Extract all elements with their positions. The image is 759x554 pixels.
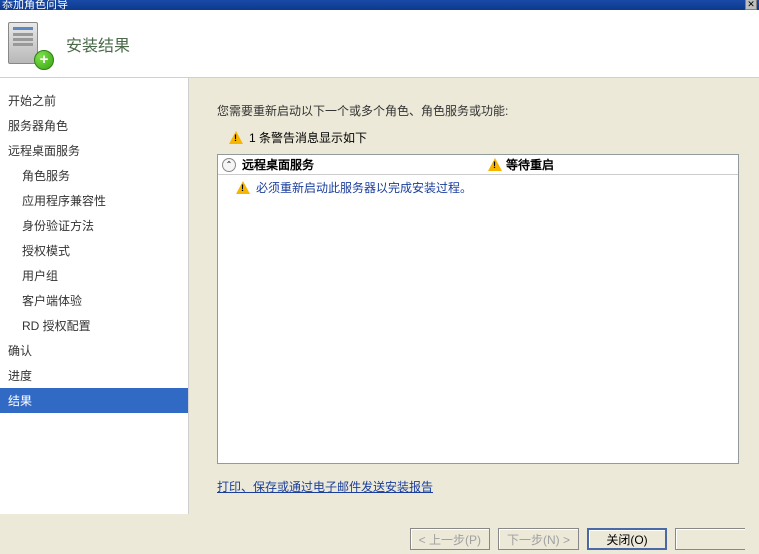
warning-icon [488,158,502,171]
sidebar-item-rds[interactable]: 远程桌面服务 [0,138,188,163]
warning-summary-text: 1 条警告消息显示如下 [249,129,367,146]
sidebar-item-client-exp[interactable]: 客户端体验 [0,288,188,313]
plus-icon: + [34,50,54,70]
wizard-header: + 安装结果 [0,10,759,78]
group-title: 远程桌面服务 [242,156,482,173]
result-group-header[interactable]: ⌃ 远程桌面服务 等待重启 [218,155,738,175]
server-role-icon: + [8,20,50,68]
sidebar-item-user-groups[interactable]: 用户组 [0,263,188,288]
sidebar-item-auth-method[interactable]: 身份验证方法 [0,213,188,238]
sidebar-item-results[interactable]: 结果 [0,388,188,413]
page-title: 安装结果 [66,32,130,56]
report-link[interactable]: 打印、保存或通过电子邮件发送安装报告 [217,478,433,495]
close-button[interactable]: 关闭(O) [587,528,667,550]
title-bar: 忝加角色问导 ✕ [0,0,759,10]
next-button: 下一步(N) > [498,528,579,550]
cancel-button [675,528,745,550]
group-status: 等待重启 [488,156,554,173]
sidebar-item-confirm[interactable]: 确认 [0,338,188,363]
sidebar-item-license-mode[interactable]: 授权模式 [0,238,188,263]
sidebar-item-rd-license-config[interactable]: RD 授权配置 [0,313,188,338]
results-listbox: ⌃ 远程桌面服务 等待重启 必须重新启动此服务器以完成安装过程。 [217,154,739,464]
sidebar-item-app-compat[interactable]: 应用程序兼容性 [0,188,188,213]
wizard-steps-sidebar: 开始之前 服务器角色 远程桌面服务 角色服务 应用程序兼容性 身份验证方法 授权… [0,78,189,514]
sidebar-item-server-roles[interactable]: 服务器角色 [0,113,188,138]
warning-summary: 1 条警告消息显示如下 [217,129,739,146]
previous-button: < 上一步(P) [410,528,490,550]
warning-icon [229,131,243,144]
window-title: 忝加角色问导 [2,0,68,12]
warning-icon [236,181,250,194]
main-content: 您需要重新启动以下一个或多个角色、角色服务或功能: 1 条警告消息显示如下 ⌃ … [189,78,759,514]
wizard-footer: < 上一步(P) 下一步(N) > 关闭(O) [410,528,745,550]
sidebar-item-progress[interactable]: 进度 [0,363,188,388]
result-message-text: 必须重新启动此服务器以完成安装过程。 [256,179,472,196]
result-message-row: 必须重新启动此服务器以完成安装过程。 [218,175,738,200]
collapse-icon[interactable]: ⌃ [222,158,236,172]
close-icon[interactable]: ✕ [745,0,757,10]
sidebar-item-role-services[interactable]: 角色服务 [0,163,188,188]
restart-notice: 您需要重新启动以下一个或多个角色、角色服务或功能: [217,102,739,119]
sidebar-item-before-begin[interactable]: 开始之前 [0,88,188,113]
